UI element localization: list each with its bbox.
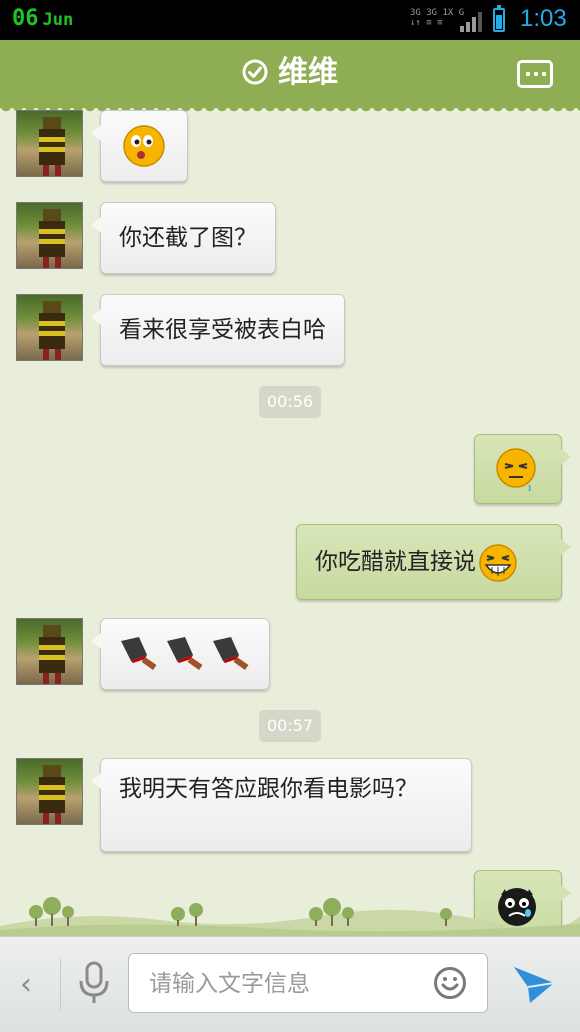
network-indicator: 3G 3G 1X G ↓↑ ≡ ≡ — [410, 8, 464, 28]
signal-strength-icon — [460, 12, 482, 32]
network-activity-label: ↓↑ ≡ ≡ — [410, 18, 443, 28]
smiley-icon[interactable] — [433, 966, 467, 1000]
message-input-bar: ‹ — [0, 936, 580, 1032]
contact-avatar[interactable] — [16, 758, 83, 825]
message-timestamp: 00:57 — [259, 710, 321, 742]
status-date: 06 Jun — [12, 6, 73, 31]
surprised-face-emoji — [123, 125, 165, 167]
message-text-field[interactable] — [128, 953, 488, 1014]
message-timestamp: 00:56 — [259, 386, 321, 418]
network-type-label: 3G 3G 1X G — [410, 8, 465, 18]
message-text: 你吃醋就直接说 — [315, 549, 476, 575]
incoming-message[interactable]: 看来很享受被表白哈 — [91, 294, 345, 366]
contact-avatar[interactable] — [16, 618, 83, 685]
contact-avatar[interactable] — [16, 110, 83, 177]
contact-avatar[interactable] — [16, 294, 83, 361]
microphone-icon[interactable] — [78, 961, 110, 1005]
send-icon[interactable] — [512, 963, 556, 1005]
grin-face-emoji — [479, 543, 517, 582]
cleaver-knife-emoji — [121, 637, 249, 670]
back-button[interactable]: ‹ — [20, 967, 32, 1003]
message-text: 你还截了图？ — [119, 225, 257, 251]
incoming-message[interactable] — [91, 618, 270, 690]
contact-avatar[interactable] — [16, 202, 83, 269]
chat-message-list[interactable]: 你还截了图？ 看来很享受被表白哈 00:56 你吃醋就直接说 00:57 我明天… — [0, 108, 580, 936]
message-text: 我明天有答应跟你看电影吗？ — [119, 776, 418, 802]
incoming-message[interactable] — [91, 110, 188, 182]
more-menu-button[interactable] — [517, 60, 553, 88]
status-time: 1:03 — [520, 5, 567, 32]
divider — [60, 959, 61, 1011]
status-date-day: 06 — [12, 6, 39, 31]
landscape-decoration — [0, 897, 580, 936]
message-text: 看来很享受被表白哈 — [119, 317, 326, 343]
outgoing-message[interactable]: 你吃醋就直接说 — [296, 524, 571, 600]
incoming-message[interactable]: 你还截了图？ — [91, 202, 276, 274]
more-dots-icon — [526, 72, 530, 76]
chat-title: 维维 — [0, 52, 580, 94]
status-bar: 06 Jun 3G 3G 1X G ↓↑ ≡ ≡ 1:03 — [0, 0, 580, 40]
check-circle-icon — [242, 59, 268, 84]
battery-icon — [493, 5, 505, 32]
outgoing-message[interactable] — [474, 434, 571, 504]
chat-header: 维维 — [0, 40, 580, 114]
squint-face-emoji — [496, 448, 536, 492]
contact-name: 维维 — [278, 55, 338, 90]
incoming-message[interactable]: 我明天有答应跟你看电影吗？ — [91, 758, 472, 852]
status-date-month: Jun — [42, 10, 74, 30]
message-input[interactable] — [129, 954, 441, 1014]
